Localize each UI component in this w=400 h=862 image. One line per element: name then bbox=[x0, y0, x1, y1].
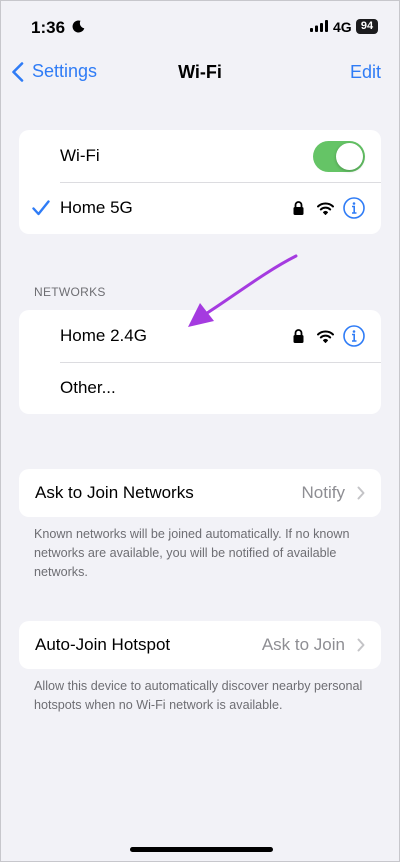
page-title: Wi-Fi bbox=[178, 62, 222, 82]
moon-icon bbox=[72, 20, 85, 33]
checkmark-icon bbox=[32, 200, 50, 216]
home-indicator[interactable] bbox=[130, 847, 273, 852]
info-icon[interactable] bbox=[343, 325, 365, 347]
networks-section-header: NETWORKS bbox=[34, 285, 106, 299]
wifi-toggle[interactable] bbox=[313, 140, 365, 172]
chevron-right-icon bbox=[357, 638, 365, 652]
annotation-arrow bbox=[188, 254, 298, 327]
cellular-signal-icon bbox=[310, 20, 328, 32]
ask-to-join-footnote: Known networks will be joined automatica… bbox=[34, 527, 350, 579]
wifi-toggle-row: Wi-Fi bbox=[19, 130, 381, 182]
other-network-row[interactable]: Other... bbox=[19, 362, 381, 414]
info-icon[interactable] bbox=[343, 197, 365, 219]
connected-network-name: Home 5G bbox=[60, 198, 133, 217]
ask-to-join-row[interactable]: Ask to Join Networks Notify bbox=[19, 469, 381, 517]
auto-join-hotspot-value: Ask to Join bbox=[261, 635, 345, 654]
navigation-bar: Settings Wi-Fi Edit bbox=[1, 57, 399, 89]
network-type: 4G bbox=[333, 19, 352, 35]
ask-to-join-label: Ask to Join Networks bbox=[35, 483, 194, 502]
wifi-group: Wi-Fi Home 5G bbox=[19, 130, 381, 234]
auto-join-hotspot-row[interactable]: Auto-Join Hotspot Ask to Join bbox=[19, 621, 381, 669]
network-name: Home 2.4G bbox=[60, 326, 147, 345]
auto-join-hotspot-label: Auto-Join Hotspot bbox=[35, 635, 171, 654]
wifi-signal-icon bbox=[317, 330, 334, 343]
connected-network-row[interactable]: Home 5G bbox=[19, 182, 381, 234]
ask-to-join-value: Notify bbox=[301, 483, 345, 502]
edit-button[interactable]: Edit bbox=[350, 62, 381, 83]
lock-icon bbox=[293, 201, 304, 215]
chevron-right-icon bbox=[357, 486, 365, 500]
wifi-signal-icon bbox=[317, 202, 334, 215]
status-bar: 1:36 4G 94 bbox=[1, 1, 399, 53]
auto-join-hotspot-footnote: Allow this device to automatically disco… bbox=[34, 679, 363, 712]
battery-icon: 94 bbox=[356, 19, 378, 34]
other-network-label: Other... bbox=[60, 378, 116, 397]
status-time: 1:36 bbox=[31, 18, 66, 37]
wifi-label: Wi-Fi bbox=[60, 146, 100, 165]
divider bbox=[60, 362, 381, 363]
divider bbox=[60, 182, 381, 183]
toggle-knob bbox=[336, 142, 363, 170]
